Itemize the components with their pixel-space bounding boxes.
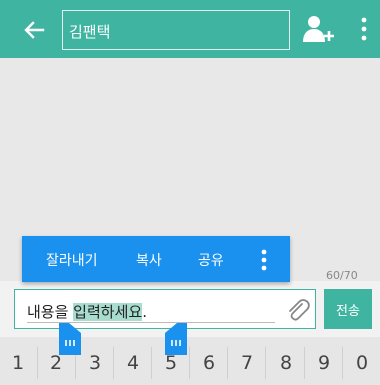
key-4[interactable]: 4 [120, 347, 146, 379]
copy-button[interactable]: 복사 [136, 250, 162, 270]
conversation-area [0, 58, 380, 263]
selection-more-button[interactable] [258, 248, 270, 272]
selection-end-handle[interactable] [165, 323, 187, 355]
key-1[interactable]: 1 [5, 347, 31, 379]
key-divider [265, 347, 266, 379]
key-3[interactable]: 3 [82, 347, 108, 379]
selection-handle-icon [165, 323, 187, 355]
more-vertical-icon [261, 249, 267, 271]
arrow-left-icon [24, 21, 45, 39]
send-button[interactable]: 전송 [324, 289, 372, 329]
key-0[interactable]: 0 [349, 347, 375, 379]
key-divider [37, 347, 38, 379]
selection-handle-icon [59, 323, 81, 355]
overflow-menu-button[interactable] [356, 14, 372, 44]
message-text-before: 내용을 [27, 303, 74, 321]
key-divider [189, 347, 190, 379]
app-bar: 김팬택 [0, 0, 380, 58]
back-button[interactable] [20, 16, 48, 44]
message-text: 내용을 입력하세요. [27, 301, 147, 322]
recipient-field[interactable]: 김팬택 [62, 10, 290, 50]
key-divider [227, 347, 228, 379]
share-button[interactable]: 공유 [198, 250, 224, 270]
selected-text: 입력하세요 [73, 303, 143, 321]
text-selection-menu: 잘라내기 복사 공유 [22, 236, 290, 282]
cut-button[interactable]: 잘라내기 [46, 250, 98, 270]
key-divider [113, 347, 114, 379]
key-9[interactable]: 9 [311, 347, 337, 379]
recipient-name: 김팬택 [69, 23, 111, 41]
key-6[interactable]: 6 [196, 347, 222, 379]
more-vertical-icon [361, 17, 367, 41]
add-contact-button[interactable] [302, 14, 336, 44]
key-8[interactable]: 8 [273, 347, 299, 379]
key-divider [304, 347, 305, 379]
key-divider [151, 347, 152, 379]
person-add-icon [303, 16, 334, 42]
attach-button[interactable] [283, 296, 313, 326]
key-7[interactable]: 7 [234, 347, 260, 379]
message-text-after: . [142, 303, 147, 321]
selection-start-handle[interactable] [59, 323, 81, 355]
keyboard: 1 2 3 4 5 6 7 8 9 0 [0, 337, 380, 385]
key-divider [342, 347, 343, 379]
paperclip-icon [289, 299, 310, 321]
compose-bar: 내용을 입력하세요. 전송 [0, 281, 380, 337]
